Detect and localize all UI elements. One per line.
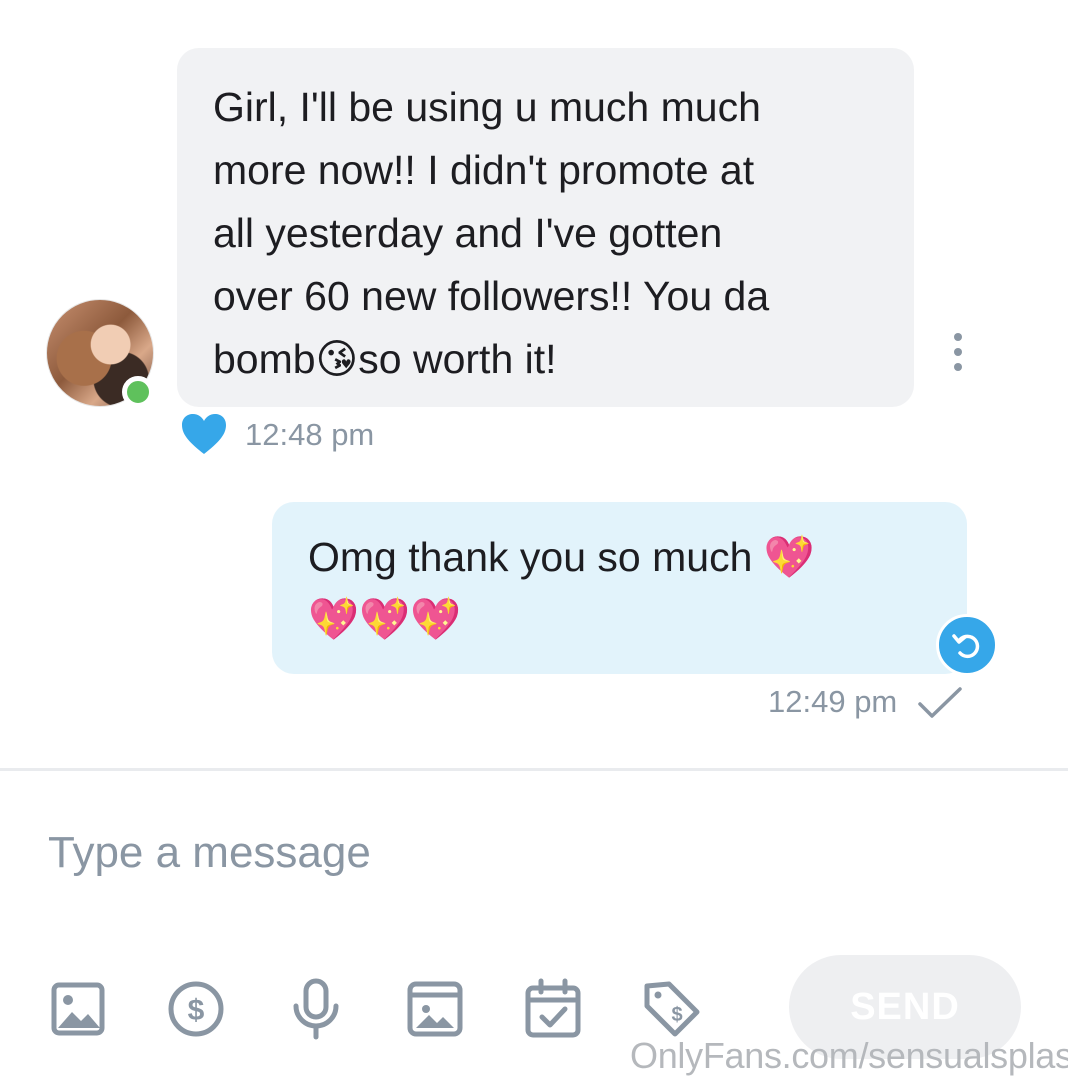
image-icon[interactable] — [48, 978, 108, 1040]
outgoing-message-time: 12:49 pm — [768, 684, 898, 719]
dollar-icon[interactable]: $ — [166, 978, 226, 1040]
incoming-message-text: Girl, I'll be using u much much more now… — [213, 84, 770, 382]
svg-text:$: $ — [188, 994, 205, 1027]
outgoing-message-bubble[interactable]: Omg thank you so much 💖 💖💖💖 — [272, 502, 967, 674]
like-heart-icon[interactable] — [180, 412, 228, 456]
composer-divider — [0, 768, 1068, 771]
calendar-icon[interactable] — [523, 978, 583, 1040]
message-input[interactable] — [48, 818, 748, 888]
incoming-message-time: 12:48 pm — [245, 417, 375, 452]
undo-icon[interactable] — [936, 614, 998, 676]
outgoing-message-text: Omg thank you so much 💖 💖💖💖 — [308, 534, 815, 642]
svg-text:$: $ — [671, 1004, 682, 1026]
chat-screen: Girl, I'll be using u much much more now… — [0, 0, 1068, 1080]
media-vault-icon[interactable] — [405, 978, 465, 1040]
online-status-indicator — [122, 376, 154, 408]
watermark: OnlyFans.com/sensualsplash — [630, 1035, 1068, 1076]
microphone-icon[interactable] — [286, 978, 346, 1040]
more-options-icon[interactable] — [948, 333, 968, 371]
price-tag-icon[interactable]: $ — [641, 978, 701, 1040]
sent-check-icon — [918, 687, 962, 718]
incoming-message-bubble[interactable]: Girl, I'll be using u much much more now… — [177, 48, 914, 407]
